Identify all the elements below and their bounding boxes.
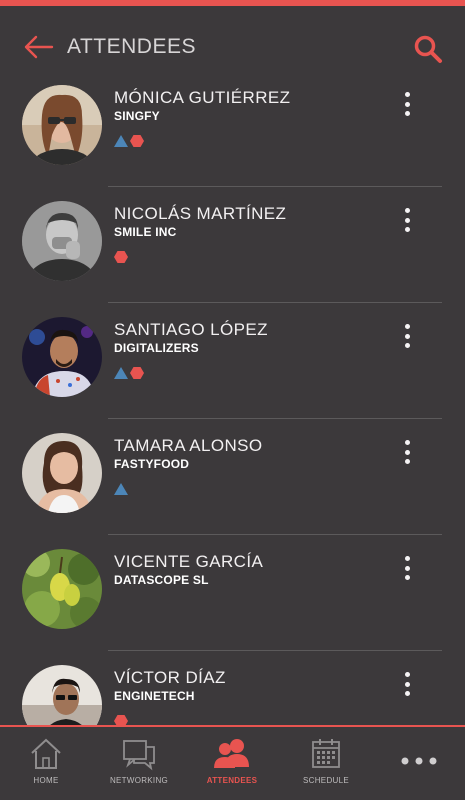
nav-schedule[interactable]: SCHEDULE <box>292 727 360 800</box>
avatar <box>22 201 102 281</box>
triangle-badge-icon <box>114 135 128 147</box>
nav-label: HOME <box>33 776 59 785</box>
attendee-company: ENGINETECH <box>114 689 195 703</box>
nav-more[interactable] <box>386 727 452 800</box>
more-options-button[interactable] <box>398 554 416 582</box>
more-options-button[interactable] <box>398 438 416 466</box>
people-icon <box>214 739 249 768</box>
page-title: ATTENDEES <box>67 35 196 58</box>
attendee-row[interactable]: NICOLÁS MARTÍNEZ SMILE INC <box>0 186 465 303</box>
calendar-icon <box>312 739 340 768</box>
attendee-row[interactable]: VÍCTOR DÍAZ ENGINETECH <box>0 650 465 725</box>
attendee-company: DATASCOPE SL <box>114 573 209 587</box>
attendee-row[interactable]: VICENTE GARCÍA DATASCOPE SL <box>0 534 465 651</box>
arrow-left-icon <box>24 35 54 59</box>
attendee-name: VICENTE GARCÍA <box>114 552 264 571</box>
back-button[interactable] <box>22 34 54 60</box>
triangle-badge-icon <box>114 367 128 379</box>
attendee-company: SINGFY <box>114 109 160 123</box>
hexagon-badge-icon <box>114 251 128 263</box>
more-horizontal-icon <box>401 757 437 765</box>
avatar <box>22 317 102 397</box>
attendee-badges <box>114 134 144 148</box>
attendee-name: MÓNICA GUTIÉRREZ <box>114 88 291 107</box>
nav-label: SCHEDULE <box>303 776 349 785</box>
hexagon-badge-icon <box>130 367 144 379</box>
nav-attendees[interactable]: ATTENDEES <box>196 727 268 800</box>
triangle-badge-icon <box>114 483 128 495</box>
nav-networking[interactable]: NETWORKING <box>100 727 178 800</box>
more-options-button[interactable] <box>398 206 416 234</box>
attendee-company: SMILE INC <box>114 225 177 239</box>
nav-home[interactable]: HOME <box>12 727 80 800</box>
avatar <box>22 665 102 725</box>
hexagon-badge-icon <box>130 135 144 147</box>
search-icon <box>414 35 442 63</box>
attendee-row[interactable]: MÓNICA GUTIÉRREZ SINGFY <box>0 70 465 187</box>
home-icon <box>31 738 61 769</box>
chat-icon <box>123 740 155 771</box>
attendee-row[interactable]: TAMARA ALONSO FASTYFOOD <box>0 418 465 535</box>
more-options-button[interactable] <box>398 90 416 118</box>
attendee-badges <box>114 482 128 496</box>
bottom-navigation: HOME NETWORKING ATTENDEES SCHEDULE <box>0 727 465 800</box>
attendee-list[interactable]: MÓNICA GUTIÉRREZ SINGFY NICOLÁS MARTÍNEZ… <box>0 70 465 725</box>
search-button[interactable] <box>413 34 443 64</box>
attendee-row[interactable]: SANTIAGO LÓPEZ DIGITALIZERS <box>0 302 465 419</box>
attendee-badges <box>114 714 128 725</box>
more-options-button[interactable] <box>398 670 416 698</box>
attendee-badges <box>114 366 144 380</box>
attendee-name: NICOLÁS MARTÍNEZ <box>114 204 287 223</box>
nav-label: NETWORKING <box>109 776 169 785</box>
avatar <box>22 549 102 629</box>
attendee-badges <box>114 250 128 264</box>
attendee-company: DIGITALIZERS <box>114 341 199 355</box>
attendee-name: TAMARA ALONSO <box>114 436 263 455</box>
hexagon-badge-icon <box>114 715 128 725</box>
avatar <box>22 85 102 165</box>
attendee-company: FASTYFOOD <box>114 457 190 471</box>
nav-label: ATTENDEES <box>206 776 258 785</box>
avatar <box>22 433 102 513</box>
more-options-button[interactable] <box>398 322 416 350</box>
attendee-name: VÍCTOR DÍAZ <box>114 668 226 687</box>
attendee-name: SANTIAGO LÓPEZ <box>114 320 268 339</box>
